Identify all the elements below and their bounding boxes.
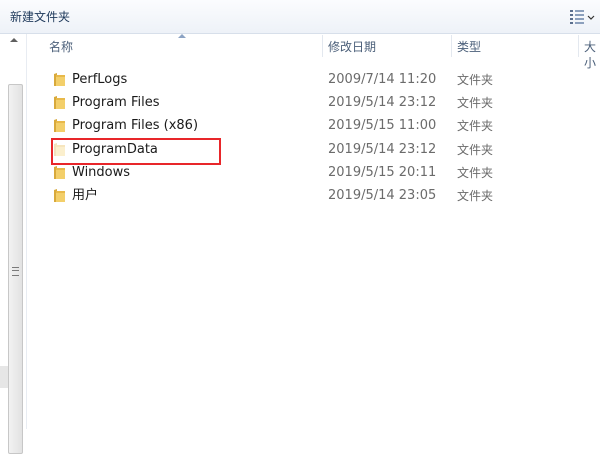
column-header-date[interactable]: 修改日期 xyxy=(328,39,376,55)
column-header: 名称 修改日期 类型 大小 xyxy=(27,34,600,70)
grip-icon xyxy=(12,267,19,276)
folder-icon xyxy=(52,72,66,87)
folder-icon xyxy=(52,165,66,180)
file-type: 文件夹 xyxy=(457,119,494,133)
file-type: 文件夹 xyxy=(457,189,494,203)
file-row[interactable]: Program Files (x86) 2019/5/15 11:00 文件夹 xyxy=(46,115,566,137)
column-separator[interactable] xyxy=(451,35,452,57)
column-header-name[interactable]: 名称 xyxy=(49,39,73,55)
highlight-box xyxy=(51,138,221,165)
left-scrollbar[interactable] xyxy=(0,34,27,454)
file-name: PerfLogs xyxy=(72,72,128,87)
file-name: Program Files (x86) xyxy=(72,118,199,133)
file-date: 2019/5/15 20:11 xyxy=(328,165,437,180)
file-type: 文件夹 xyxy=(457,166,494,180)
column-header-size[interactable]: 大小 xyxy=(584,39,600,70)
column-separator[interactable] xyxy=(578,35,579,57)
file-type: 文件夹 xyxy=(457,143,494,157)
file-date: 2019/5/15 11:00 xyxy=(328,118,437,133)
file-type: 文件夹 xyxy=(457,96,494,110)
file-date: 2019/5/14 23:12 xyxy=(328,142,437,157)
file-date: 2019/5/14 23:05 xyxy=(328,188,437,203)
file-row[interactable]: Program Files 2019/5/14 23:12 文件夹 xyxy=(46,92,566,114)
scrollbar-thumb[interactable] xyxy=(8,84,23,454)
column-separator[interactable] xyxy=(322,35,323,57)
sort-ascending-icon xyxy=(178,34,186,38)
new-folder-button[interactable]: 新建文件夹 xyxy=(6,8,74,26)
file-date: 2019/5/14 23:12 xyxy=(328,95,437,110)
folder-icon xyxy=(52,118,66,133)
file-row[interactable]: 用户 2019/5/14 23:05 文件夹 xyxy=(46,185,566,207)
view-options-icon[interactable] xyxy=(569,9,595,25)
file-row[interactable]: Windows 2019/5/15 20:11 文件夹 xyxy=(46,162,566,184)
file-name: 用户 xyxy=(72,188,99,203)
file-name: Program Files xyxy=(72,95,160,110)
toolbar: 新建文件夹 xyxy=(0,0,600,34)
file-date: 2009/7/14 11:20 xyxy=(328,72,437,87)
folder-icon xyxy=(52,188,66,203)
column-header-type[interactable]: 类型 xyxy=(457,39,481,55)
file-row[interactable]: PerfLogs 2009/7/14 11:20 文件夹 xyxy=(46,69,566,91)
scroll-up-arrow-icon[interactable] xyxy=(10,38,18,42)
file-name: Windows xyxy=(72,165,131,180)
file-type: 文件夹 xyxy=(457,73,494,87)
folder-icon xyxy=(52,95,66,110)
navigation-selection-marker xyxy=(0,366,8,388)
